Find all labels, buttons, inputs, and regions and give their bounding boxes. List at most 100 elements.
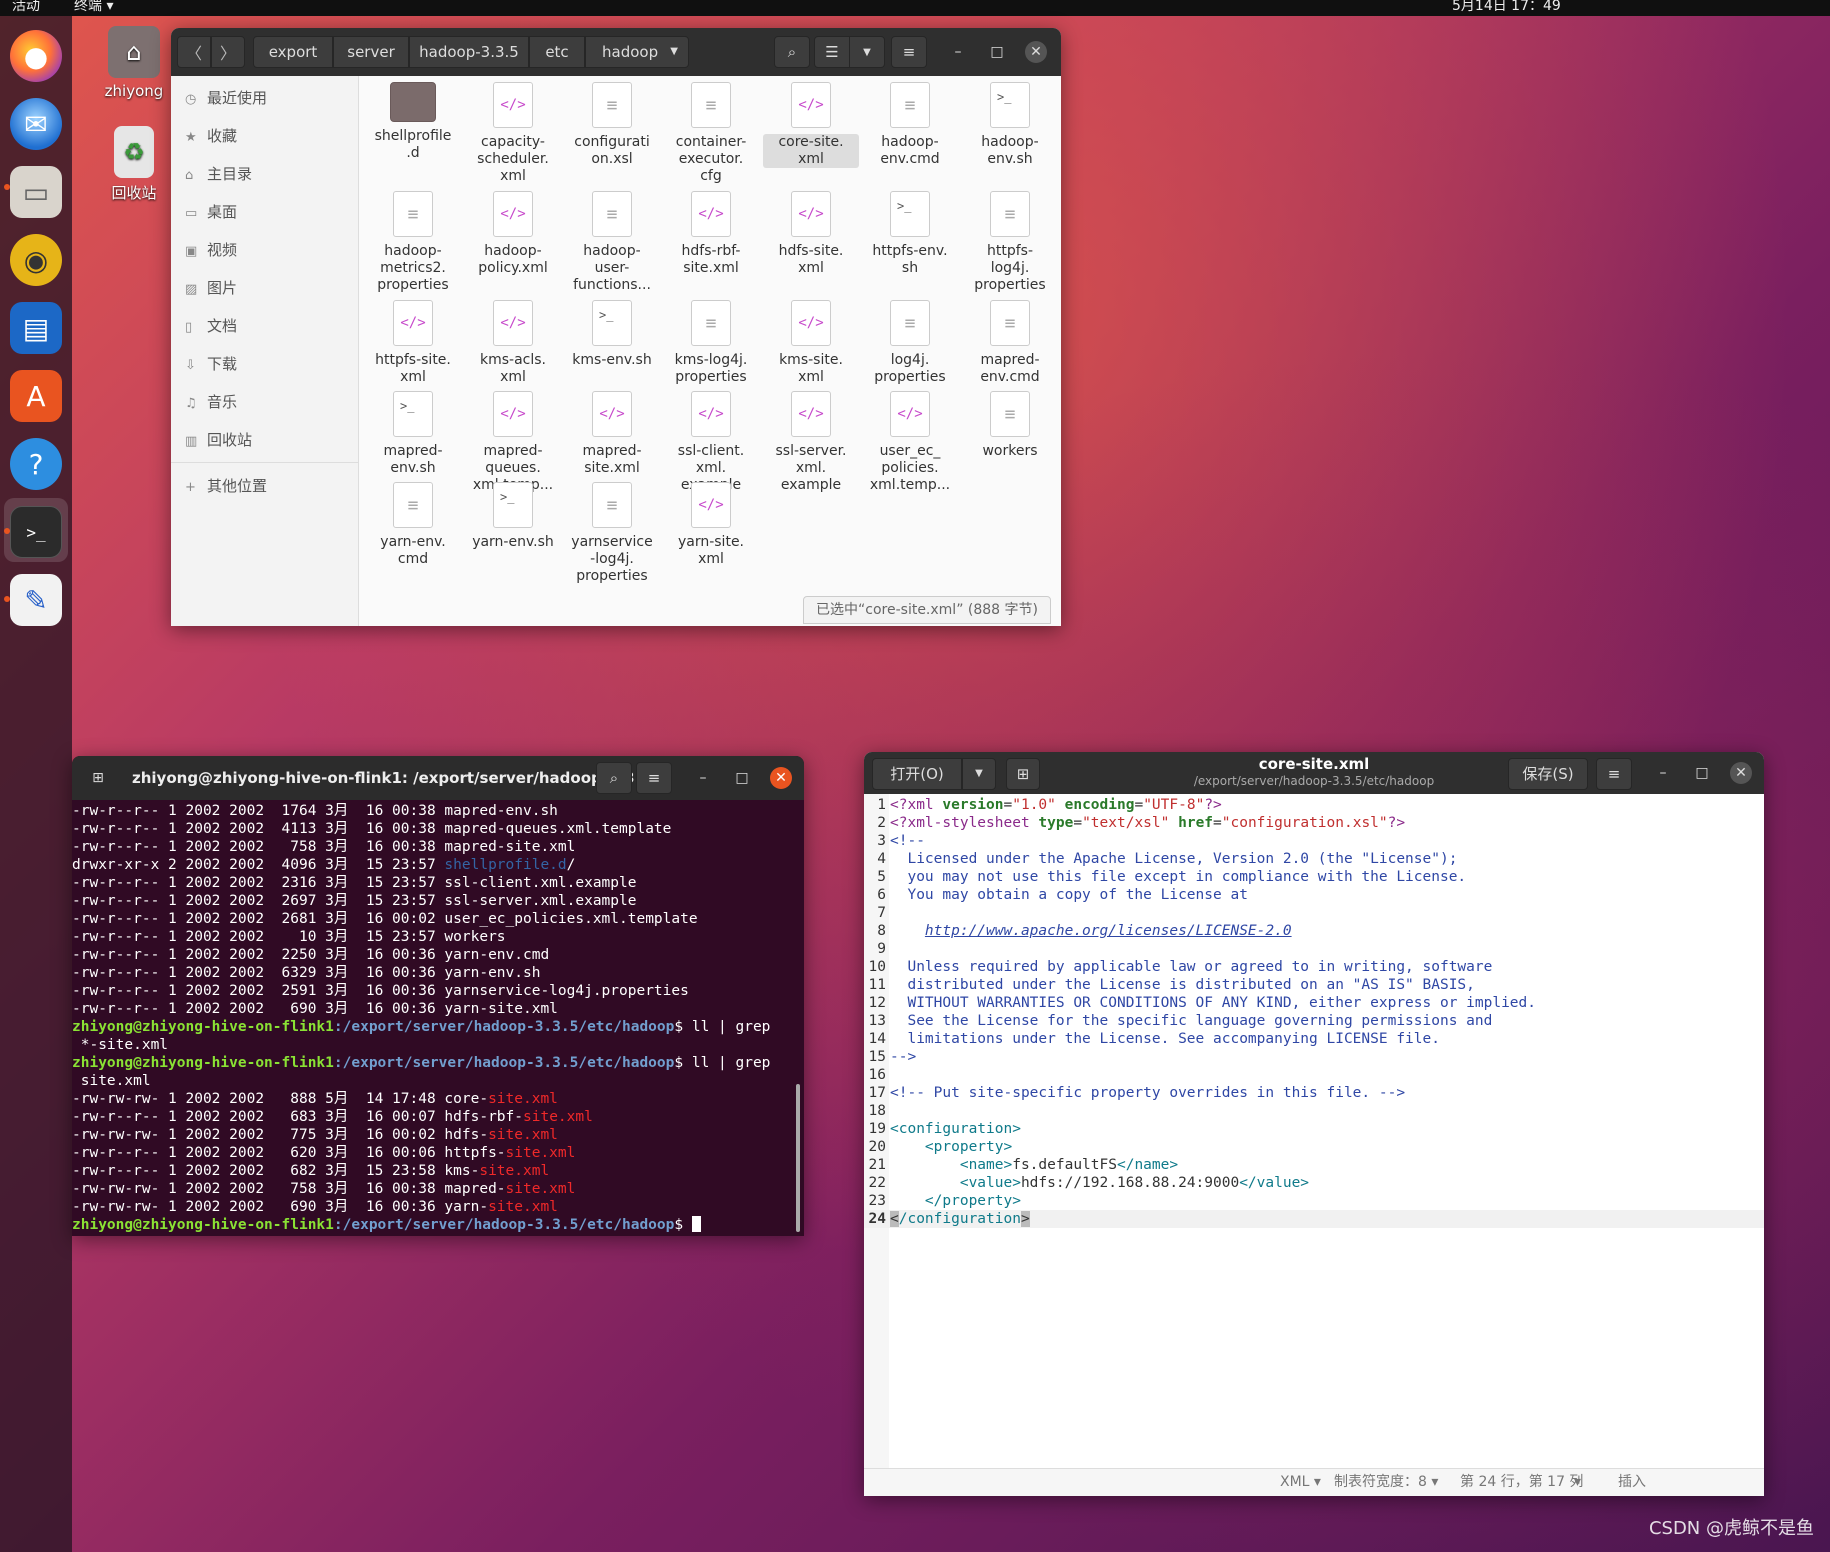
file-item[interactable]: shellprofile .d	[365, 82, 461, 162]
file-item[interactable]: </> kms-site. xml	[763, 300, 859, 386]
text-file-icon: ≡	[592, 82, 632, 128]
file-item[interactable]: ≡ yarn-env. cmd	[365, 482, 461, 568]
sidebar-item-documents[interactable]: ▯ 文档	[185, 314, 237, 338]
software-center-icon[interactable]: A	[10, 370, 62, 422]
file-item[interactable]: ≡ hadoop- user- functions...	[564, 191, 660, 294]
save-button[interactable]: 保存(S)	[1508, 758, 1588, 790]
app-menu[interactable]: 终端 ▾	[74, 0, 113, 14]
activities-button[interactable]: 活动	[12, 0, 40, 14]
file-item[interactable]: </> httpfs-site. xml	[365, 300, 461, 386]
maximize-button[interactable]: □	[1691, 762, 1713, 784]
sidebar-item-desktop[interactable]: ▭ 桌面	[185, 200, 237, 224]
editor-menu-button[interactable]: ≡	[1596, 758, 1632, 790]
sidebar-item-label: 文档	[207, 317, 238, 335]
file-item[interactable]: </>ssl-client. xml. example	[663, 391, 759, 494]
file-item[interactable]: ≡ log4j. properties	[862, 300, 958, 386]
sidebar-item-recent[interactable]: ◷ 最近使用	[185, 86, 267, 110]
insert-mode-indicator[interactable]: 插入	[1618, 1469, 1646, 1496]
file-item[interactable]: </> core-site. xml	[763, 82, 859, 168]
view-list-button[interactable]: ☰	[814, 36, 850, 68]
file-item[interactable]: </> hdfs-site. xml	[763, 191, 859, 277]
file-item[interactable]: ≡ httpfs- log4j. properties	[962, 191, 1058, 294]
desktop-home-folder[interactable]: ⌂ zhiyong	[89, 26, 179, 100]
sidebar-item-label: 回收站	[207, 431, 253, 449]
sidebar-item-starred[interactable]: ★ 收藏	[185, 124, 237, 148]
file-item[interactable]: ≡ container- executor. cfg	[663, 82, 759, 185]
help-icon[interactable]: ?	[10, 438, 62, 490]
thunderbird-icon[interactable]: ✉	[10, 98, 62, 150]
files-app-icon[interactable]: ▭	[10, 166, 62, 218]
minimize-button[interactable]: –	[947, 41, 969, 63]
file-item[interactable]: ≡ workers	[962, 391, 1058, 460]
file-item[interactable]: >_ httpfs-env. sh	[862, 191, 958, 277]
breadcrumb-hadoop-version[interactable]: hadoop-3.3.5	[409, 36, 529, 68]
file-item[interactable]: >_ kms-env.sh	[564, 300, 660, 369]
file-item[interactable]: ≡ configurati on.xsl	[564, 82, 660, 168]
sidebar-item-pictures[interactable]: ▨ 图片	[185, 276, 237, 300]
search-button[interactable]: ⌕	[774, 36, 810, 68]
file-item[interactable]: </> hadoop- policy.xml	[465, 191, 561, 277]
sidebar-item-downloads[interactable]: ⇩ 下载	[185, 352, 237, 376]
script-file-icon: >_	[990, 82, 1030, 128]
clock[interactable]: 5月14日 17：49	[1452, 0, 1561, 14]
file-item[interactable]: ≡ hadoop- metrics2. properties	[365, 191, 461, 294]
file-item[interactable]: ≡ hadoop- env.cmd	[862, 82, 958, 168]
file-item[interactable]: ≡ kms-log4j. properties	[663, 300, 759, 386]
terminal-line: -rw-r--r-- 1 2002 2002 690 3月 16 00:36 y…	[72, 1000, 792, 1018]
language-selector[interactable]: XML ▾	[1280, 1469, 1321, 1496]
minimize-button[interactable]: –	[1652, 762, 1674, 784]
file-item[interactable]: ≡ yarnservice -log4j. properties	[564, 482, 660, 585]
tab-width-selector[interactable]: 制表符宽度：8 ▾	[1334, 1469, 1438, 1496]
file-item[interactable]: </> hdfs-rbf- site.xml	[663, 191, 759, 277]
text-file-icon: ≡	[691, 82, 731, 128]
file-item[interactable]: </> ssl-server. xml. example	[763, 391, 859, 494]
file-item[interactable]: </> user_ec_ policies. xml.temp...	[862, 391, 958, 494]
breadcrumb-export[interactable]: export	[253, 36, 333, 68]
view-options-button[interactable]: ▼	[849, 36, 885, 68]
code-token: version	[942, 797, 1004, 813]
file-listing-name: hdfs-	[444, 1127, 489, 1143]
terminal-app-icon[interactable]: >_	[10, 506, 62, 558]
terminal-output[interactable]: -rw-r--r-- 1 2002 2002 1764 3月 16 00:38 …	[72, 800, 792, 1236]
file-item[interactable]: >_ yarn-env.sh	[465, 482, 561, 551]
maximize-button[interactable]: □	[731, 767, 753, 789]
menu-button[interactable]: ≡	[891, 36, 927, 68]
minimize-button[interactable]: –	[692, 767, 714, 789]
desktop-trash[interactable]: ♻ 回收站	[89, 126, 179, 203]
cursor-position[interactable]: 第 24 行，第 17 列	[1460, 1469, 1583, 1496]
file-item[interactable]: </> yarn-site. xml	[663, 482, 759, 568]
cursor-position-arrow[interactable]: ▾	[1574, 1469, 1581, 1496]
file-item[interactable]: >_ mapred- env.sh	[365, 391, 461, 477]
rhythmbox-icon[interactable]: ◉	[10, 234, 62, 286]
file-item[interactable]: </> capacity- scheduler. xml	[465, 82, 561, 185]
file-item[interactable]: >_ hadoop- env.sh	[962, 82, 1058, 168]
file-item[interactable]: ≡ mapred- env.cmd	[962, 300, 1058, 386]
breadcrumb-server[interactable]: server	[333, 36, 409, 68]
close-button[interactable]: ✕	[770, 767, 792, 789]
file-item[interactable]: </> mapred- site.xml	[564, 391, 660, 477]
terminal-scrollbar[interactable]	[796, 1084, 800, 1232]
license-link[interactable]: http://www.apache.org/licenses/LICENSE-2…	[925, 923, 1292, 939]
sidebar-item-home[interactable]: ⌂ 主目录	[185, 162, 252, 186]
breadcrumb-hadoop[interactable]: hadoop ▼	[585, 36, 689, 68]
sidebar-item-other-locations[interactable]: + 其他位置	[185, 474, 267, 498]
file-item[interactable]: </>mapred- queues. xml.temp...	[465, 391, 561, 494]
new-tab-button[interactable]: ⊞	[86, 767, 110, 789]
sidebar-item-trash[interactable]: ▥ 回收站	[185, 428, 252, 452]
writer-icon[interactable]: ▤	[10, 302, 62, 354]
terminal-menu-button[interactable]: ≡	[636, 762, 672, 794]
file-item[interactable]: </> kms-acls. xml	[465, 300, 561, 386]
text-editor-icon[interactable]: ✎	[10, 574, 62, 626]
terminal-search-button[interactable]: ⌕	[596, 762, 632, 794]
forward-button[interactable]: 〉	[211, 36, 245, 68]
sidebar-item-music[interactable]: ♫ 音乐	[185, 390, 237, 414]
xml-file-icon: </>	[691, 391, 731, 437]
firefox-icon[interactable]: ●	[10, 30, 62, 82]
maximize-button[interactable]: □	[986, 41, 1008, 63]
back-button[interactable]: 〈	[177, 36, 211, 68]
close-button[interactable]: ✕	[1025, 41, 1047, 63]
code-editor[interactable]: 1 <?xml version="1.0" encoding="UTF-8"?> …	[864, 794, 1764, 1468]
sidebar-item-videos[interactable]: ▣ 视频	[185, 238, 237, 262]
close-button[interactable]: ✕	[1730, 762, 1752, 784]
breadcrumb-etc[interactable]: etc	[529, 36, 585, 68]
